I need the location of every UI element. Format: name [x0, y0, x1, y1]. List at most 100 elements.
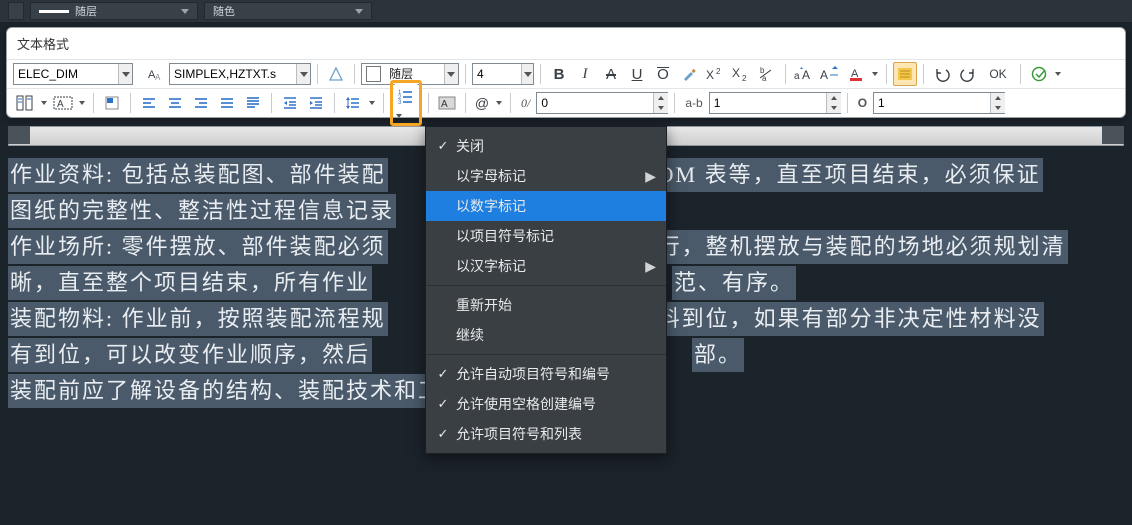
line-spacing-dropdown[interactable] [367, 101, 377, 105]
font-preview-icon[interactable]: AA [143, 62, 167, 86]
align-left-button[interactable] [137, 91, 161, 115]
text-segment[interactable]: 行，整机摆放与装配的场地必须规划清 [656, 230, 1068, 264]
top-layer-combo[interactable]: 随层 [30, 2, 198, 20]
menu-item-numeric[interactable]: 以数字标记 [426, 191, 666, 221]
mtext-frame-dropdown[interactable] [77, 101, 87, 105]
brush-icon[interactable] [677, 62, 701, 86]
menu-item-alpha[interactable]: 以字母标记▶ [426, 161, 666, 191]
insert-field-button[interactable]: A [435, 91, 459, 115]
menu-item-hanzi[interactable]: 以汉字标记▶ [426, 251, 666, 281]
annotative-icon[interactable] [324, 62, 348, 86]
text-segment[interactable]: 范、有序。 [672, 266, 796, 300]
separator [923, 64, 924, 84]
font-color-dropdown[interactable] [870, 72, 880, 76]
chevron-down-icon [444, 64, 458, 84]
spin-up-icon[interactable] [990, 93, 1005, 103]
align-distribute-button[interactable] [241, 91, 265, 115]
ok-button[interactable]: OK [982, 62, 1014, 86]
text-segment[interactable]: OM 表等，直至项目结束，必须保证 [656, 158, 1043, 192]
strikethrough-button[interactable]: A [599, 62, 623, 86]
text-height-value[interactable] [473, 65, 521, 83]
text-segment[interactable]: 部。 [692, 338, 744, 372]
separator [317, 64, 318, 84]
text-height-combo[interactable] [472, 63, 534, 85]
separator [510, 93, 511, 113]
align-justify-button[interactable] [215, 91, 239, 115]
o-input[interactable] [873, 92, 1005, 114]
top-color-value: 随色 [213, 3, 235, 19]
numbering-button[interactable]: 123 [394, 84, 418, 108]
separator [334, 93, 335, 113]
stack-fraction-button[interactable]: ba [755, 62, 779, 86]
text-segment[interactable]: 有到位，可以改变作业顺序，然后 [8, 338, 372, 372]
style-value[interactable] [14, 65, 118, 83]
spin-up-icon[interactable] [826, 93, 841, 103]
font-color-button[interactable]: A [844, 62, 868, 86]
redo-button[interactable] [956, 62, 980, 86]
text-segment[interactable]: 装配物料: 作业前，按照装配流程规 [8, 302, 388, 336]
options-button[interactable] [1027, 62, 1051, 86]
indent-increase-button[interactable] [304, 91, 328, 115]
spin-down-icon[interactable] [826, 103, 841, 113]
ab-input[interactable] [709, 92, 841, 114]
columns-button[interactable] [13, 91, 37, 115]
underline-button[interactable]: U [625, 62, 649, 86]
numbering-dropdown[interactable] [394, 114, 404, 118]
menu-item-off[interactable]: ✓关闭 [426, 131, 666, 161]
ab-value[interactable] [710, 94, 826, 112]
menu-item-restart[interactable]: 重新开始 [426, 290, 666, 320]
line-spacing-button[interactable] [341, 91, 365, 115]
tracking-value[interactable] [537, 94, 653, 112]
text-segment[interactable]: 图纸的完整性、整洁性过程信息记录 [8, 194, 396, 228]
clear-format-button[interactable]: A [818, 62, 842, 86]
text-format-panel: 文本格式 AA 随层 B I A U O X2 [6, 27, 1126, 118]
insert-symbol-button[interactable]: @ [472, 91, 492, 115]
mtext-frame-button[interactable]: A [51, 91, 75, 115]
top-color-combo[interactable]: 随色 [204, 2, 372, 20]
options-dropdown[interactable] [1053, 72, 1063, 76]
check-icon: ✓ [430, 396, 456, 412]
font-value[interactable] [170, 65, 296, 83]
change-case-button[interactable]: aA [792, 62, 816, 86]
columns-dropdown[interactable] [39, 101, 49, 105]
text-segment[interactable]: 作业场所: 零件摆放、部件装配必须 [8, 230, 388, 264]
bold-button[interactable]: B [547, 62, 571, 86]
text-segment[interactable]: 晰，直至整个项目结束，所有作业 [8, 266, 372, 300]
align-right-button[interactable] [189, 91, 213, 115]
justify-tl-button[interactable] [100, 91, 124, 115]
menu-item-space-number[interactable]: ✓允许使用空格创建编号 [426, 389, 666, 419]
superscript-button[interactable]: X2 [703, 62, 727, 86]
svg-text:2: 2 [742, 74, 747, 82]
undo-button[interactable] [930, 62, 954, 86]
align-center-button[interactable] [163, 91, 187, 115]
spin-down-icon[interactable] [990, 103, 1005, 113]
spin-up-icon[interactable] [653, 93, 668, 103]
menu-item-auto-number[interactable]: ✓允许自动项目符号和编号 [426, 359, 666, 389]
italic-button[interactable]: I [573, 62, 597, 86]
tracking-input[interactable] [536, 92, 668, 114]
o-value[interactable] [874, 94, 990, 112]
font-combo[interactable] [169, 63, 311, 85]
chevron-down-icon [181, 9, 189, 14]
highlight-button[interactable] [893, 62, 917, 86]
app-top-strip: 随层 随色 [0, 0, 1132, 23]
subscript-button[interactable]: X2 [729, 62, 753, 86]
menu-item-continue[interactable]: 继续 [426, 320, 666, 350]
toolbar-row-2: A 123 A @ 0/ a-b [7, 88, 1125, 117]
text-segment[interactable]: 作业资料: 包括总装配图、部件装配 [8, 158, 388, 192]
indent-decrease-button[interactable] [278, 91, 302, 115]
spin-down-icon[interactable] [653, 103, 668, 113]
style-combo[interactable] [13, 63, 133, 85]
chevron-down-icon [521, 64, 533, 84]
text-segment[interactable]: 料到位，如果有部分非决定性材料没 [656, 302, 1044, 336]
top-layer-value: 随层 [75, 3, 97, 19]
menu-item-allow-list[interactable]: ✓允许项目符号和列表 [426, 419, 666, 449]
chevron-down-icon [118, 64, 132, 84]
separator [785, 64, 786, 84]
insert-symbol-dropdown[interactable] [494, 101, 504, 105]
menu-item-bullets[interactable]: 以项目符号标记 [426, 221, 666, 251]
chevron-down-icon [355, 9, 363, 14]
overline-button[interactable]: O [651, 62, 675, 86]
check-icon: ✓ [430, 366, 456, 382]
menu-divider [426, 285, 666, 286]
